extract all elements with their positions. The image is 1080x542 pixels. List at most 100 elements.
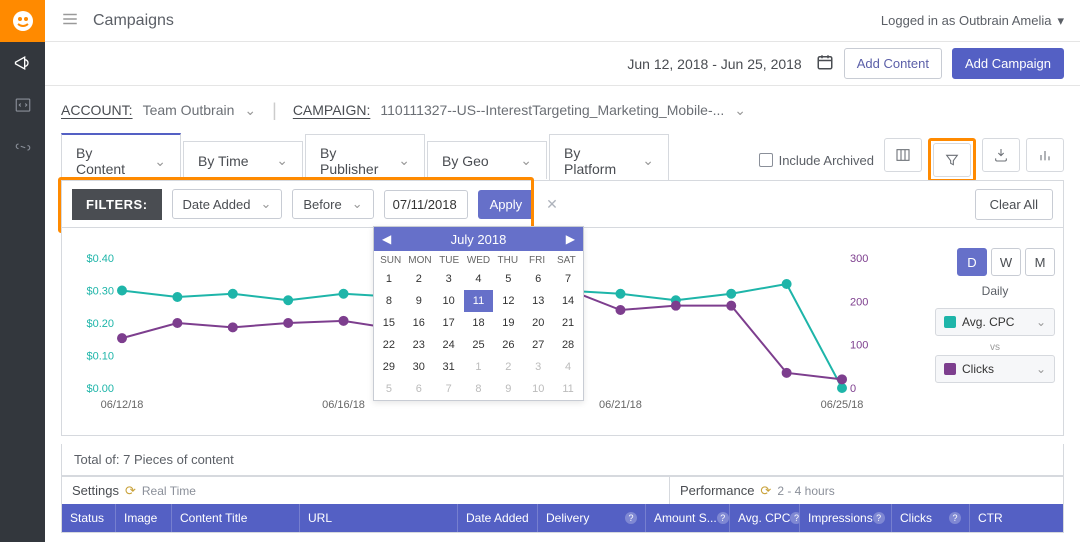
remove-filter-icon[interactable]: ✕ [546, 196, 558, 213]
calendar-day[interactable]: 7 [553, 268, 583, 290]
calendar-day[interactable]: 19 [493, 312, 523, 334]
calendar-day[interactable]: 11 [464, 290, 494, 312]
add-campaign-button[interactable]: Add Campaign [952, 48, 1064, 79]
swatch-teal [944, 316, 956, 328]
calendar-day[interactable]: 27 [523, 334, 553, 356]
calendar-day[interactable]: 24 [434, 334, 464, 356]
calendar-day[interactable]: 1 [464, 356, 494, 378]
sidebar-item-campaigns[interactable] [0, 42, 45, 84]
calendar-day[interactable]: 2 [493, 356, 523, 378]
calendar-icon[interactable] [816, 53, 834, 74]
calendar-day[interactable]: 13 [523, 290, 553, 312]
calendar-day[interactable]: 31 [434, 356, 464, 378]
svg-text:$0.40: $0.40 [86, 253, 114, 265]
metric-b-select[interactable]: Clicks⌄ [935, 355, 1055, 383]
chevron-down-icon[interactable]: ⌄ [244, 102, 256, 119]
export-icon[interactable] [982, 138, 1020, 172]
calendar-day[interactable]: 2 [404, 268, 434, 290]
calendar-day[interactable]: 20 [523, 312, 553, 334]
include-archived-checkbox[interactable]: Include Archived [759, 153, 874, 168]
calendar-day[interactable]: 21 [553, 312, 583, 334]
tab-by-publisher[interactable]: By Publisher⌄ [305, 134, 425, 187]
calendar-day[interactable]: 6 [404, 378, 434, 400]
calendar-day[interactable]: 3 [523, 356, 553, 378]
calendar-day[interactable]: 4 [464, 268, 494, 290]
th-date-added[interactable]: Date Added [458, 504, 538, 532]
datepicker[interactable]: ◀ July 2018 ▶ SUNMONTUEWEDTHUFRISAT 1234… [373, 226, 584, 401]
filter-icon[interactable] [933, 143, 971, 177]
account-value[interactable]: Team Outbrain [143, 102, 235, 118]
calendar-day[interactable]: 11 [553, 378, 583, 400]
period-week-button[interactable]: W [991, 248, 1021, 276]
calendar-day[interactable]: 10 [434, 290, 464, 312]
tab-by-time[interactable]: By Time⌄ [183, 141, 303, 179]
filter-operator-select[interactable]: Before⌄ [292, 189, 373, 219]
calendar-day[interactable]: 29 [374, 356, 404, 378]
chevron-down-icon: ⌄ [1036, 362, 1046, 376]
user-menu[interactable]: Logged in as Outbrain Amelia ▾ [881, 13, 1064, 29]
tab-by-geo[interactable]: By Geo⌄ [427, 141, 547, 179]
metric-a-select[interactable]: Avg. CPC⌄ [935, 308, 1055, 336]
campaign-value[interactable]: 110111327--US--InterestTargeting_Marketi… [380, 102, 724, 118]
help-icon[interactable]: ? [717, 512, 729, 524]
calendar-day[interactable]: 3 [434, 268, 464, 290]
calendar-day[interactable]: 5 [374, 378, 404, 400]
calendar-day[interactable]: 25 [464, 334, 494, 356]
chart-icon[interactable] [1026, 138, 1064, 172]
menu-icon[interactable] [61, 10, 79, 31]
page-title: Campaigns [93, 12, 174, 30]
calendar-day[interactable]: 8 [464, 378, 494, 400]
calendar-day[interactable]: 15 [374, 312, 404, 334]
calendar-day[interactable]: 4 [553, 356, 583, 378]
period-day-button[interactable]: D [957, 248, 987, 276]
th-status[interactable]: Status [62, 504, 116, 532]
calendar-day[interactable]: 6 [523, 268, 553, 290]
help-icon[interactable]: ? [873, 512, 885, 524]
calendar-day[interactable]: 7 [434, 378, 464, 400]
tab-by-platform[interactable]: By Platform⌄ [549, 134, 669, 187]
th-avg-cpc[interactable]: Avg. CPC? [730, 504, 800, 532]
calendar-day[interactable]: 1 [374, 268, 404, 290]
add-content-button[interactable]: Add Content [844, 48, 942, 79]
th-delivery[interactable]: Delivery? [538, 504, 646, 532]
help-icon[interactable]: ? [949, 512, 961, 524]
calendar-day[interactable]: 9 [493, 378, 523, 400]
columns-icon[interactable] [884, 138, 922, 172]
period-month-button[interactable]: M [1025, 248, 1055, 276]
calendar-day[interactable]: 26 [493, 334, 523, 356]
chevron-down-icon[interactable]: ⌄ [734, 102, 746, 119]
th-amount-spent[interactable]: Amount S...? [646, 504, 730, 532]
th-ctr[interactable]: CTR [970, 504, 1063, 532]
calendar-weekdays: SUNMONTUEWEDTHUFRISAT [374, 251, 583, 268]
filter-value-input[interactable] [384, 190, 468, 219]
calendar-day[interactable]: 30 [404, 356, 434, 378]
calendar-day[interactable]: 22 [374, 334, 404, 356]
sidebar-item-conversions[interactable] [0, 126, 45, 168]
th-image[interactable]: Image [116, 504, 172, 532]
th-content-title[interactable]: Content Title [172, 504, 300, 532]
apply-button[interactable]: Apply [478, 190, 535, 219]
calendar-day[interactable]: 14 [553, 290, 583, 312]
filter-field-select[interactable]: Date Added⌄ [172, 189, 283, 219]
calendar-day[interactable]: 16 [404, 312, 434, 334]
calendar-day[interactable]: 8 [374, 290, 404, 312]
tab-by-content[interactable]: By Content⌄ [61, 133, 181, 187]
calendar-day[interactable]: 17 [434, 312, 464, 334]
calendar-day[interactable]: 18 [464, 312, 494, 334]
help-icon[interactable]: ? [790, 512, 800, 524]
calendar-day[interactable]: 9 [404, 290, 434, 312]
th-clicks[interactable]: Clicks? [892, 504, 970, 532]
calendar-day[interactable]: 28 [553, 334, 583, 356]
calendar-day[interactable]: 5 [493, 268, 523, 290]
next-month-icon[interactable]: ▶ [566, 232, 575, 246]
brand-logo[interactable] [0, 0, 45, 42]
help-icon[interactable]: ? [625, 512, 637, 524]
th-impressions[interactable]: Impressions? [800, 504, 892, 532]
calendar-day[interactable]: 23 [404, 334, 434, 356]
calendar-day[interactable]: 10 [523, 378, 553, 400]
th-url[interactable]: URL [300, 504, 458, 532]
clear-all-button[interactable]: Clear All [975, 189, 1053, 220]
prev-month-icon[interactable]: ◀ [382, 232, 391, 246]
sidebar-item-code[interactable] [0, 84, 45, 126]
calendar-day[interactable]: 12 [493, 290, 523, 312]
